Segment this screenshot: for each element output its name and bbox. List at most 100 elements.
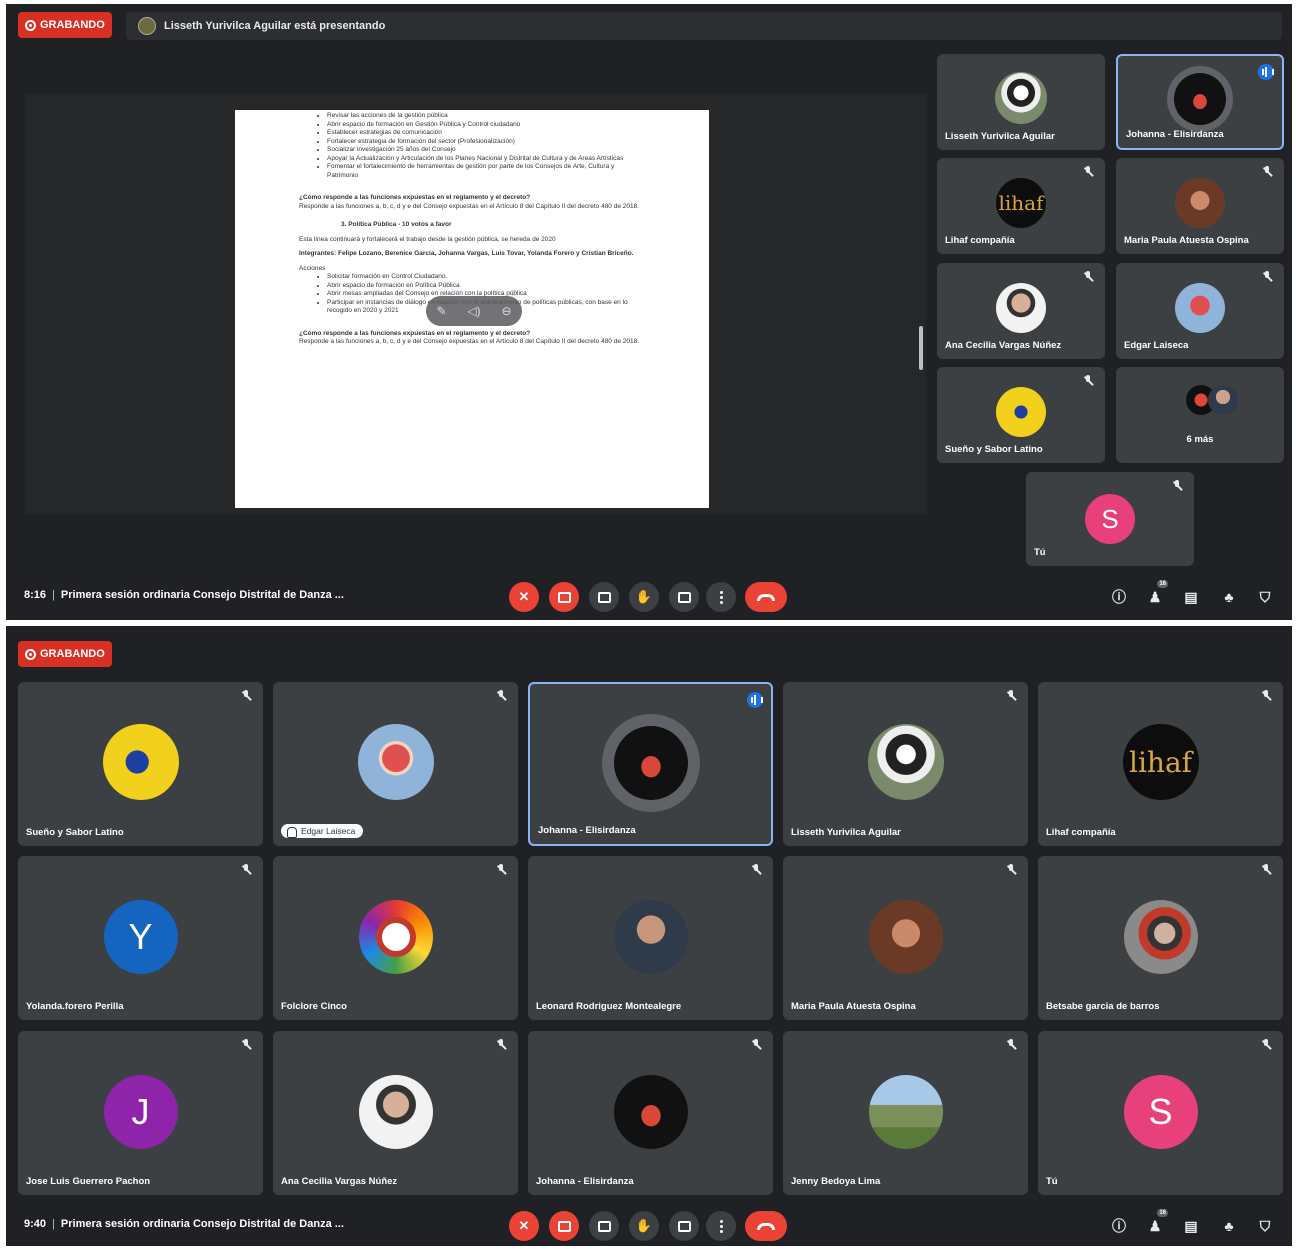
doc-bullet: Socializar investigación 25 años del Con… — [327, 146, 645, 155]
raise-hand-button[interactable]: ✋ — [629, 582, 659, 612]
mic-off-icon — [1083, 375, 1093, 387]
mic-off-icon — [1262, 166, 1272, 178]
participant-tile[interactable]: Sueño y Sabor Latino — [18, 682, 263, 846]
more-options-button[interactable] — [706, 1211, 736, 1241]
participant-tile[interactable]: Jenny Bedoya Lima — [783, 1031, 1028, 1195]
mic-off-icon — [241, 864, 251, 876]
lihaf-logo: lihaf — [996, 178, 1046, 228]
participant-tile[interactable]: lihaf Lihaf compañía — [937, 158, 1105, 254]
participant-tile-speaking[interactable]: Johanna - Elisirdanza — [528, 682, 773, 846]
participant-tile[interactable]: Maria Paula Atuesta Ospina — [1116, 158, 1284, 254]
meeting-title: Primera sesión ordinaria Consejo Distrit… — [60, 1218, 344, 1230]
mic-toggle-button[interactable]: ✕ — [509, 1211, 539, 1241]
participant-tile-speaking[interactable]: Johanna - Elisirdanza — [1116, 54, 1284, 150]
participant-name: Edgar Laiseca — [1124, 340, 1189, 351]
more-options-button[interactable] — [706, 582, 736, 612]
portrait-avatar — [1123, 900, 1198, 974]
participant-tile[interactable]: lihaf Lihaf compañía — [1038, 682, 1283, 846]
dog-avatar — [995, 72, 1047, 124]
camera-toggle-button[interactable] — [549, 1211, 579, 1241]
chat-button[interactable]: ▤ — [1180, 1215, 1202, 1237]
meeting-title: Primera sesión ordinaria Consejo Distrit… — [60, 589, 344, 601]
more-options-icon[interactable]: ⊖ — [501, 304, 511, 318]
self-tile[interactable]: S Tú — [1038, 1031, 1283, 1195]
raise-hand-button[interactable]: ✋ — [629, 1211, 659, 1241]
participant-tile[interactable]: Betsabe garcia de barros — [1038, 856, 1283, 1020]
doc-question: ¿Cómo responde a las funciones expuestas… — [299, 194, 531, 201]
volume-icon[interactable]: ◁) — [467, 304, 480, 318]
participant-tile[interactable]: Y Yolanda.forero Perilla — [18, 856, 263, 1020]
participant-name: Leonard Rodriguez Montealegre — [536, 1001, 682, 1012]
participant-tile[interactable]: Edgar Laiseca — [273, 682, 518, 846]
mic-off-icon — [241, 690, 251, 702]
host-controls-button[interactable]: ⛉ — [1254, 1215, 1276, 1237]
more-vert-icon — [719, 595, 723, 599]
people-icon: ♟ — [1148, 1217, 1162, 1234]
scrollbar[interactable] — [919, 326, 923, 370]
self-avatar: S — [1085, 494, 1135, 544]
captions-button[interactable] — [589, 582, 619, 612]
leave-call-button[interactable] — [745, 1211, 787, 1241]
captions-button[interactable] — [589, 1211, 619, 1241]
leave-call-button[interactable] — [745, 582, 787, 612]
participant-tile[interactable]: Ana Cecilia Vargas Núñez — [937, 263, 1105, 359]
participant-name: Ana Cecilia Vargas Núñez — [945, 340, 1062, 351]
people-button[interactable]: ♟ 16 — [1144, 1209, 1168, 1237]
mic-off-icon — [1083, 166, 1093, 178]
pin-icon[interactable]: ✎ — [436, 304, 446, 318]
meeting-info: 9:40 | Primera sesión ordinaria Consejo Di… — [24, 1218, 344, 1230]
camera-off-icon — [557, 591, 571, 603]
chat-icon: ▤ — [1184, 1217, 1198, 1234]
participant-tile[interactable]: Folclore Cinco — [273, 856, 518, 1020]
participant-tile[interactable]: Johanna - Elisirdanza — [528, 1031, 773, 1195]
doc-bullet: Fomentar el fortalecimiento de herramien… — [327, 163, 645, 180]
self-tile[interactable]: S Tú — [1026, 472, 1194, 566]
meeting-details-button[interactable]: ⓘ — [1108, 586, 1130, 608]
folclore-logo — [358, 900, 433, 974]
participant-tile[interactable]: Lisseth Yurivilca Aguilar — [937, 54, 1105, 150]
present-button[interactable] — [669, 1211, 699, 1241]
participant-tile[interactable]: Leonard Rodriguez Montealegre — [528, 856, 773, 1020]
meeting-time: 8:16 — [24, 589, 47, 601]
mic-off-icon — [496, 1039, 506, 1051]
chat-button[interactable]: ▤ — [1180, 586, 1202, 608]
participant-name: Johanna - Elisirdanza — [536, 1176, 634, 1187]
meet-window-presentation: GRABANDO Lisseth Yurivilca Aguilar está … — [6, 4, 1292, 620]
present-icon — [677, 591, 691, 603]
participant-name: Lihaf compañía — [1046, 827, 1116, 838]
activities-button[interactable]: ♣ — [1218, 586, 1240, 608]
mic-off-icon: ✕ — [518, 1218, 530, 1233]
participant-name: Folclore Cinco — [281, 1001, 347, 1012]
participant-tile[interactable]: Sueño y Sabor Latino — [937, 367, 1105, 463]
doc-actions-label: Acciones — [299, 264, 326, 272]
mic-off-icon — [1261, 690, 1271, 702]
hangup-icon — [757, 1222, 775, 1230]
meeting-details-button[interactable]: ⓘ — [1108, 1215, 1130, 1237]
activities-button[interactable]: ♣ — [1218, 1215, 1240, 1237]
participant-tile[interactable]: J Jose Luis Guerrero Pachon — [18, 1031, 263, 1195]
mic-off-icon — [496, 690, 506, 702]
participant-name: Johanna - Elisirdanza — [538, 825, 636, 836]
doc-bullet: Apoyar la Actualización y Articulación d… — [327, 155, 645, 164]
captions-icon — [597, 591, 611, 603]
meet-window-grid: GRABANDO Sueño y Sabor Latino Edgar Lais… — [6, 626, 1292, 1246]
participant-name: Maria Paula Atuesta Ospina — [1124, 235, 1249, 246]
sueno-logo — [102, 724, 179, 800]
host-controls-button[interactable]: ⛉ — [1254, 586, 1276, 608]
record-icon — [25, 19, 36, 31]
participant-tile[interactable]: Ana Cecilia Vargas Núñez — [273, 1031, 518, 1195]
mic-off-icon — [496, 864, 506, 876]
presentation-controls[interactable]: ✎ ◁) ⊖ — [426, 296, 522, 326]
more-participants-tile[interactable]: 6 más — [1116, 367, 1284, 463]
camera-toggle-button[interactable] — [549, 582, 579, 612]
participant-tile[interactable]: Maria Paula Atuesta Ospina — [783, 856, 1028, 1020]
present-button[interactable] — [669, 582, 699, 612]
recording-badge: GRABANDO — [18, 641, 112, 667]
activities-icon: ♣ — [1224, 589, 1234, 605]
people-button[interactable]: ♟ 16 — [1144, 580, 1168, 608]
doc-section-intro: Esta línea continuará y fortalecerá el t… — [299, 235, 556, 243]
mic-toggle-button[interactable]: ✕ — [509, 582, 539, 612]
mic-off-icon: ✕ — [518, 589, 530, 604]
participant-tile[interactable]: Edgar Laiseca — [1116, 263, 1284, 359]
participant-tile[interactable]: Lisseth Yurivilca Aguilar — [783, 682, 1028, 846]
